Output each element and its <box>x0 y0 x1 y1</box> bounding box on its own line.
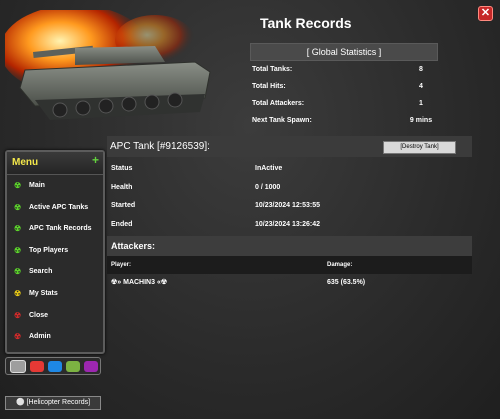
sidebar-item-label: Active APC Tanks <box>29 203 89 211</box>
column-damage: Damage: <box>327 262 353 268</box>
stat-row-total-attackers: Total Attackers: 1 <box>250 95 438 112</box>
window-title: Tank Records <box>260 15 352 31</box>
sidebar-item-label: My Stats <box>29 289 58 297</box>
attackers-heading: Attackers: <box>107 236 472 256</box>
sidebar-item-search[interactable]: ☢ Search <box>7 261 103 283</box>
stat-label: Total Hits: <box>252 83 286 90</box>
sidebar-item-label: Close <box>29 311 49 319</box>
info-label: Ended <box>111 220 133 228</box>
add-icon[interactable]: + <box>92 149 99 171</box>
sidebar-item-label: Search <box>29 268 53 276</box>
sidebar-item-close[interactable]: ☢ Close <box>7 305 103 327</box>
sidebar-item-label: APC Tank Records <box>29 225 92 233</box>
sidebar-item-top-players[interactable]: ☢ Top Players <box>7 240 103 262</box>
sidebar-menu: Menu + ☢ Main ☢ Active APC Tanks ☢ APC T… <box>5 150 105 354</box>
attackers-column-header: Player: Damage: <box>107 256 472 274</box>
table-row: ☢» MACHIN3 «☢ 635 (63.5%) <box>107 274 472 292</box>
stat-value: 9 mins <box>409 117 433 124</box>
radiation-icon: ☢ <box>14 288 22 298</box>
info-value: 10/23/2024 12:53:55 <box>255 202 320 209</box>
sidebar-item-main[interactable]: ☢ Main <box>7 175 103 197</box>
info-label: Health <box>111 183 133 191</box>
column-player: Player: <box>111 262 132 268</box>
tank-records-window: Tank Records ✕ [ Global Statistics ] Tot… <box>0 0 500 419</box>
theme-swatch-red[interactable] <box>30 360 44 372</box>
stat-label: Next Tank Spawn: <box>252 117 312 124</box>
theme-swatch-gray[interactable] <box>10 359 26 373</box>
radiation-icon: ☢ <box>14 202 22 212</box>
close-icon[interactable]: ✕ <box>478 6 493 21</box>
theme-swatch-bar <box>5 357 101 375</box>
attacker-player: ☢» MACHIN3 «☢ <box>111 279 168 286</box>
global-statistics-panel: [ Global Statistics ] Total Tanks: 8 Tot… <box>250 43 438 129</box>
tank-detail-title: APC Tank [#9126539]: <box>110 141 210 152</box>
menu-title: Menu <box>12 157 39 168</box>
info-value: 10/23/2024 13:26:42 <box>255 220 320 228</box>
stat-value: 1 <box>419 100 423 107</box>
info-label: Status <box>111 165 133 172</box>
destroy-tank-button[interactable]: [Destroy Tank] <box>383 141 456 154</box>
info-row-started: Started 10/23/2024 12:53:55 <box>107 197 472 216</box>
info-value: InActive <box>255 165 283 172</box>
tank-detail-header: APC Tank [#9126539]: [Destroy Tank] <box>107 136 472 157</box>
radiation-icon: ☢ <box>14 267 22 277</box>
sidebar-item-label: Main <box>29 182 45 189</box>
sidebar-item-active-apc-tanks[interactable]: ☢ Active APC Tanks <box>7 197 103 219</box>
stat-value: 4 <box>419 83 423 90</box>
attacker-damage: 635 (63.5%) <box>327 279 366 286</box>
sidebar-item-label: Top Players <box>29 246 69 254</box>
radiation-icon: ☢ <box>14 224 22 234</box>
info-value: 0 / 1000 <box>255 183 281 191</box>
theme-swatch-blue[interactable] <box>48 360 62 372</box>
stat-row-total-hits: Total Hits: 4 <box>250 78 438 95</box>
stat-row-total-tanks: Total Tanks: 8 <box>250 61 438 78</box>
info-label: Started <box>111 202 136 209</box>
menu-header: Menu + <box>7 152 103 175</box>
sidebar-item-admin[interactable]: ☢ Admin <box>7 326 103 348</box>
stat-row-next-spawn: Next Tank Spawn: 9 mins <box>250 112 438 129</box>
radiation-icon: ☢ <box>14 310 22 320</box>
info-row-health: Health 0 / 1000 <box>107 179 472 198</box>
theme-swatch-purple[interactable] <box>84 360 98 372</box>
radiation-icon: ☢ <box>14 181 22 190</box>
helicopter-records-button[interactable]: ⚪ [Helicopter Records] <box>5 396 101 410</box>
tank-detail-panel: APC Tank [#9126539]: [Destroy Tank] Stat… <box>107 136 472 292</box>
sidebar-item-label: Admin <box>29 333 51 341</box>
theme-swatch-green[interactable] <box>66 360 80 372</box>
stat-label: Total Tanks: <box>252 66 293 73</box>
stat-value: 8 <box>419 66 423 73</box>
global-statistics-header: [ Global Statistics ] <box>250 43 438 61</box>
radiation-icon: ☢ <box>14 332 22 342</box>
tank-hero-image <box>5 10 225 130</box>
info-row-status: Status InActive <box>107 160 472 179</box>
radiation-icon: ☢ <box>14 245 22 255</box>
sidebar-item-my-stats[interactable]: ☢ My Stats <box>7 283 103 305</box>
stat-label: Total Attackers: <box>252 100 305 107</box>
sidebar-item-apc-tank-records[interactable]: ☢ APC Tank Records <box>7 218 103 240</box>
info-row-ended: Ended 10/23/2024 13:26:42 <box>107 216 472 235</box>
